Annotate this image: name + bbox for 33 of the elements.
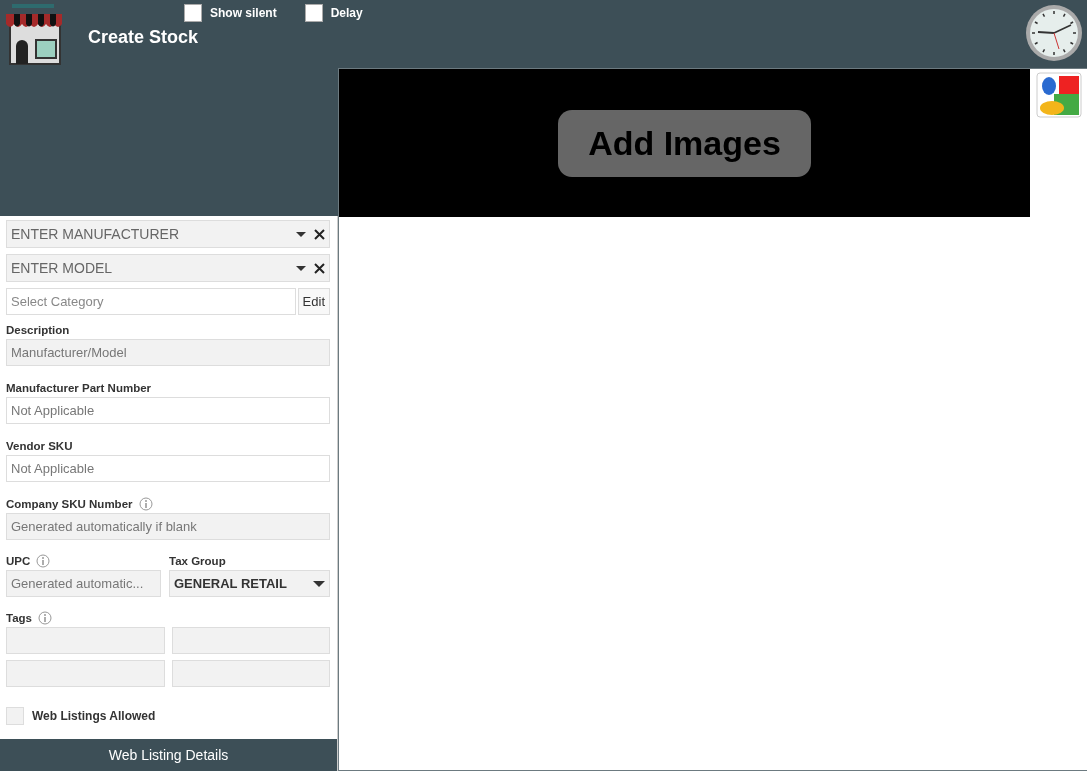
info-icon <box>38 611 52 625</box>
checkbox-label: Web Listings Allowed <box>32 708 156 725</box>
dropdown-field[interactable]: ENTER MODEL <box>6 254 330 282</box>
checkbox-label: Delay <box>330 5 363 22</box>
close-icon <box>314 262 325 274</box>
input-field[interactable]: Not Applicable <box>6 397 330 424</box>
field-label: UPC <box>6 554 31 568</box>
window-title: Create Stock <box>88 26 200 49</box>
edit-button[interactable]: Edit <box>297 288 330 315</box>
search-engine-icon <box>1036 72 1082 118</box>
store-icon <box>4 4 64 66</box>
info-icon <box>36 554 51 568</box>
dropdown-field[interactable]: ENTER MANUFACTURER <box>6 220 330 248</box>
input-field[interactable]: Not Applicable <box>6 455 330 482</box>
checkbox[interactable] <box>304 4 323 22</box>
caret-icon <box>296 265 306 271</box>
field-label: Description <box>6 323 70 337</box>
tax-group-dropdown[interactable]: GENERAL RETAIL <box>169 570 330 597</box>
clock-icon <box>1025 4 1083 62</box>
field-label: Tags <box>6 611 32 625</box>
category-field[interactable]: Select Category <box>6 288 296 315</box>
field-label: Tax Group <box>169 554 226 568</box>
checkbox[interactable] <box>184 4 202 22</box>
add-images-button[interactable]: Add Images <box>558 109 811 177</box>
field-label: Manufacturer Part Number <box>6 381 152 395</box>
checkbox-label: Show silent <box>210 5 277 22</box>
close-icon <box>314 228 325 240</box>
web-listing-details-button[interactable]: Web Listing Details <box>0 739 337 771</box>
field-label: Vendor SKU <box>6 439 73 453</box>
info-icon <box>138 497 153 511</box>
field-label: Company SKU Number <box>6 497 133 511</box>
caret-icon <box>296 231 306 237</box>
caret-icon <box>313 580 325 587</box>
